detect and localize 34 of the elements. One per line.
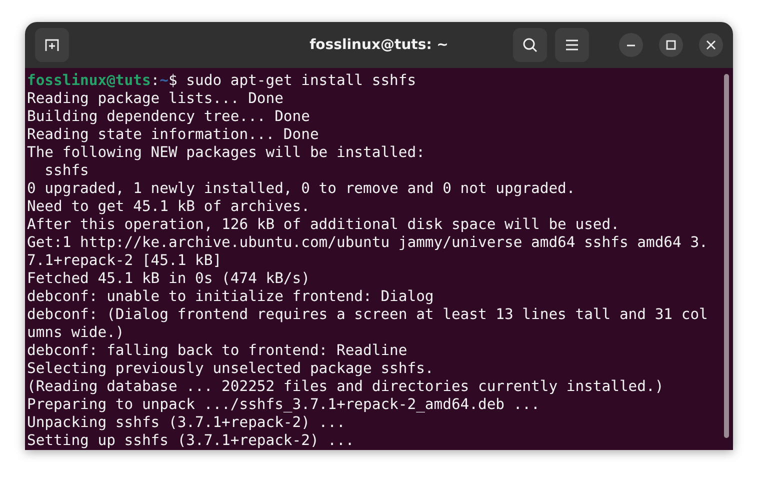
output-line: (Reading database ... 202252 files and directories currently installed.) bbox=[27, 378, 665, 396]
output-line: After this operation, 126 kB of additional disk space will be used. bbox=[27, 216, 620, 234]
output-line: 0 upgraded, 1 newly installed, 0 to remove and 0 not upgraded. bbox=[27, 180, 576, 198]
output-line: Preparing to unpack .../sshfs_3.7.1+repack-2_amd64.deb ... bbox=[27, 396, 541, 414]
close-icon bbox=[706, 40, 716, 50]
output-line: Setting up sshfs (3.7.1+repack-2) ... bbox=[27, 432, 356, 450]
output-line: 7.1+repack-2 [45.1 kB] bbox=[27, 252, 223, 270]
output-line: Need to get 45.1 kB of archives. bbox=[27, 198, 311, 216]
output-line: Fetched 45.1 kB in 0s (474 kB/s) bbox=[27, 270, 311, 288]
new-tab-button[interactable] bbox=[35, 28, 69, 62]
search-button[interactable] bbox=[513, 28, 547, 62]
close-button[interactable] bbox=[699, 33, 723, 57]
menu-icon bbox=[565, 39, 579, 51]
output-line: Building dependency tree... Done bbox=[27, 108, 311, 126]
minimize-button[interactable] bbox=[619, 33, 643, 57]
window-title: fosslinux@tuts: ~ bbox=[310, 37, 448, 53]
output-line: Reading package lists... Done bbox=[27, 90, 284, 108]
new-tab-icon bbox=[44, 37, 60, 53]
prompt-line: fosslinux@tuts:~$ sudo apt-get install sshfs bbox=[27, 72, 418, 90]
output-line: debconf: (Dialog frontend requires a screen at least 13 lines tall and 31 col bbox=[27, 306, 709, 324]
maximize-button[interactable] bbox=[659, 33, 683, 57]
maximize-icon bbox=[666, 40, 676, 50]
output-line: Reading state information... Done bbox=[27, 126, 320, 144]
output-line: Get:1 http://ke.archive.ubuntu.com/ubuntu jammy/universe amd64 sshfs amd64 3. bbox=[27, 234, 709, 252]
output-line: debconf: unable to initialize frontend: Dialog bbox=[27, 288, 435, 306]
output-line: The following NEW packages will be installed: bbox=[27, 144, 426, 162]
output-line: Selecting previously unselected package sshfs. bbox=[27, 360, 435, 378]
output-line: debconf: falling back to frontend: Readline bbox=[27, 342, 408, 360]
scrollbar[interactable] bbox=[724, 74, 729, 438]
menu-button[interactable] bbox=[555, 28, 589, 62]
search-icon bbox=[522, 37, 538, 53]
output-line: umns wide.) bbox=[27, 324, 126, 342]
output-line: sshfs bbox=[44, 162, 90, 180]
output-line: Unpacking sshfs (3.7.1+repack-2) ... bbox=[27, 414, 346, 432]
